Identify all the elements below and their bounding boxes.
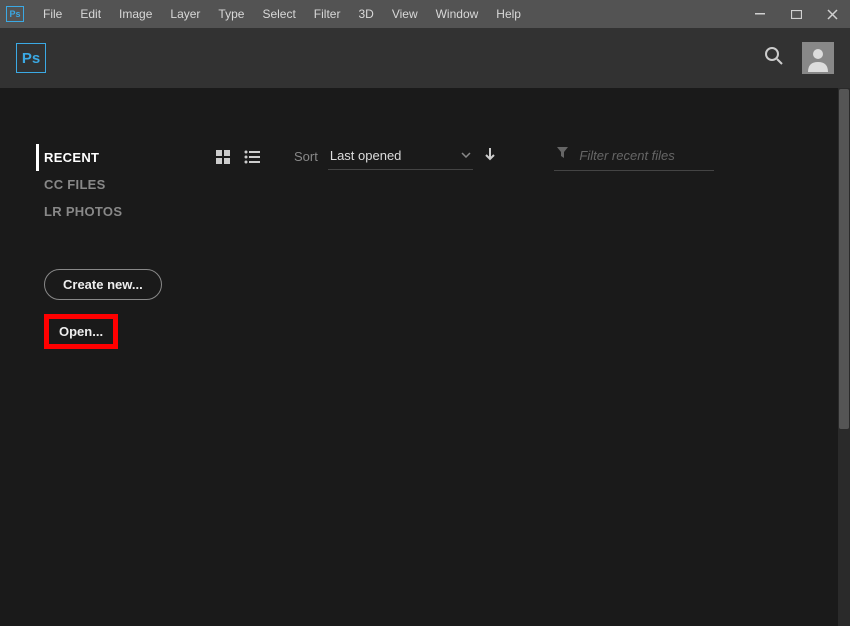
view-toggles [216, 150, 260, 164]
scrollbar-thumb[interactable] [839, 89, 849, 429]
grid-view-button[interactable] [216, 150, 230, 164]
close-icon [827, 9, 838, 20]
menu-type[interactable]: Type [209, 3, 253, 25]
search-icon [764, 46, 784, 66]
menu-filter[interactable]: Filter [305, 3, 350, 25]
maximize-button[interactable] [778, 4, 814, 24]
window-controls [742, 0, 850, 28]
filter-input[interactable] [579, 148, 709, 163]
sort-select[interactable]: Last opened [328, 144, 474, 170]
menu-select[interactable]: Select [253, 3, 304, 25]
app-logo: Ps [16, 43, 46, 73]
create-new-button[interactable]: Create new... [44, 269, 162, 300]
sort-value: Last opened [330, 148, 402, 163]
sidebar-item-cc-files[interactable]: CC FILES [44, 171, 200, 198]
chevron-down-icon [461, 149, 471, 161]
menu-help[interactable]: Help [487, 3, 530, 25]
filter-icon [556, 146, 569, 164]
grid-icon [216, 150, 230, 164]
sidebar-actions: Create new... Open... [44, 269, 200, 349]
menu-file[interactable]: File [34, 3, 71, 25]
minimize-button[interactable] [742, 4, 778, 24]
avatar[interactable] [802, 42, 834, 74]
menu-image[interactable]: Image [110, 3, 161, 25]
list-icon [244, 150, 260, 164]
sort-group: Sort Last opened [294, 144, 496, 170]
menu-view[interactable]: View [383, 3, 427, 25]
toolbar: Sort Last opened [216, 142, 830, 171]
search-button[interactable] [764, 46, 784, 71]
sidebar-item-recent[interactable]: RECENT [36, 144, 200, 171]
menu-window[interactable]: Window [427, 3, 488, 25]
scrollbar[interactable] [838, 88, 850, 626]
menu-3d[interactable]: 3D [349, 3, 382, 25]
menu-edit[interactable]: Edit [71, 3, 110, 25]
header: Ps [0, 28, 850, 88]
app-icon-small: Ps [6, 6, 24, 22]
list-view-button[interactable] [244, 150, 260, 164]
content: Sort Last opened [200, 88, 850, 626]
sort-label: Sort [294, 149, 318, 164]
open-button[interactable]: Open... [49, 319, 113, 344]
minimize-icon [755, 13, 765, 15]
close-button[interactable] [814, 4, 850, 24]
open-button-highlight: Open... [44, 314, 118, 349]
menu-layer[interactable]: Layer [161, 3, 209, 25]
sidebar-item-lr-photos[interactable]: LR PHOTOS [44, 198, 200, 225]
arrow-down-icon [484, 147, 496, 161]
maximize-icon [791, 10, 802, 19]
sort-direction-button[interactable] [484, 147, 496, 166]
user-icon [804, 44, 832, 72]
header-right [764, 42, 834, 74]
sidebar: RECENT CC FILES LR PHOTOS Create new... … [0, 88, 200, 626]
filter-group [554, 142, 714, 171]
menu-items: File Edit Image Layer Type Select Filter… [34, 3, 530, 25]
main: RECENT CC FILES LR PHOTOS Create new... … [0, 88, 850, 626]
menubar: Ps File Edit Image Layer Type Select Fil… [0, 0, 850, 28]
